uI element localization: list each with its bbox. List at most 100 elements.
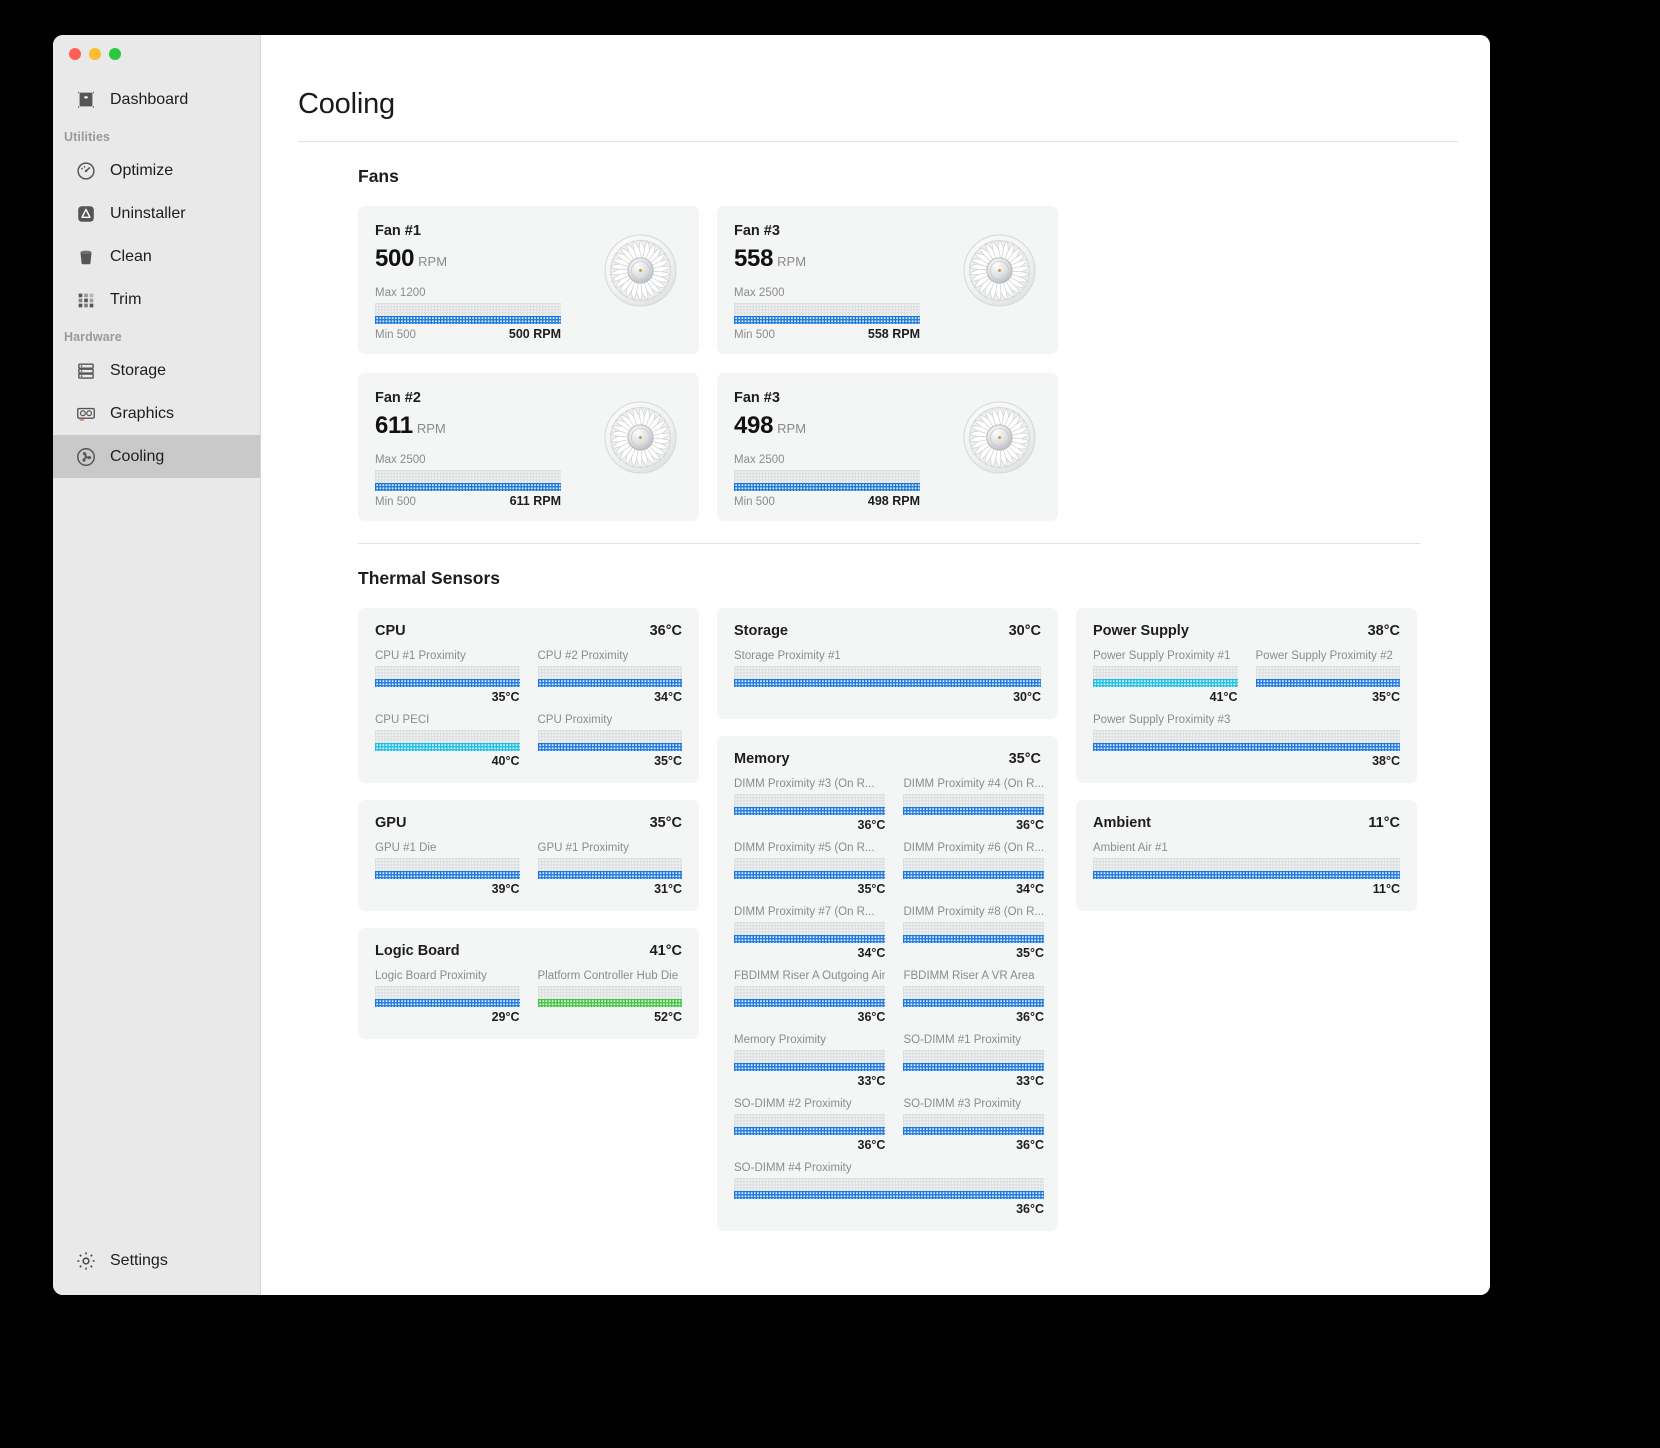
sensor-probe-value: 36°C: [857, 818, 886, 832]
fan-speed-bar-fill: [375, 316, 561, 324]
sensor-probe: SO-DIMM #3 Proximity 36°C: [903, 1098, 1045, 1152]
sensor-card-name: Memory: [734, 751, 790, 767]
sensor-probe-bar-fill: [537, 679, 682, 687]
sensor-probe-label: DIMM Proximity #3 (On R...: [734, 778, 875, 790]
sensor-card: GPU 35°C GPU #1 Die 39°C GPU #1 Proximit…: [358, 800, 699, 911]
sensor-card-header: Storage 30°C: [734, 623, 1041, 639]
sidebar-item-optimize[interactable]: Optimize: [53, 149, 260, 192]
fan-blade-icon: [604, 234, 677, 307]
drive-stack-icon: [75, 360, 97, 382]
sensor-probe-value: 41°C: [1209, 690, 1238, 704]
sensor-probe: SO-DIMM #1 Proximity 33°C: [903, 1034, 1045, 1088]
sensor-probe-bar: [903, 794, 1045, 815]
sidebar-item-uninstaller[interactable]: Uninstaller: [53, 192, 260, 235]
page-title: Cooling: [298, 88, 395, 120]
sensor-probe-label: GPU #1 Die: [375, 842, 437, 854]
fan-speed-bar: [734, 470, 920, 491]
sidebar-item-dashboard[interactable]: Dashboard: [53, 78, 260, 121]
sensor-card-temp: 11°C: [1368, 815, 1400, 831]
sensor-probe-value: 34°C: [654, 690, 682, 704]
zoom-button[interactable]: [109, 48, 121, 60]
sidebar-item-graphics[interactable]: Graphics: [53, 392, 260, 435]
fan-speed-unit: RPM: [777, 421, 807, 436]
fan-min-label: Min 500: [734, 496, 775, 508]
fan-card: Fan #2 611 RPM Max 2500 Min 500 611 RPM: [358, 373, 699, 521]
sensor-probe-value: 35°C: [491, 690, 520, 704]
sensor-probe: Logic Board Proximity 29°C: [375, 970, 520, 1024]
sensor-column: Storage 30°C Storage Proximity #1 30°C M…: [717, 608, 1058, 1231]
sensor-probe-bar: [537, 986, 682, 1007]
sensor-probe-label: DIMM Proximity #5 (On R...: [734, 842, 875, 854]
sensor-probe-value: 35°C: [857, 882, 886, 896]
sensor-probe: Memory Proximity 33°C: [734, 1034, 886, 1088]
sensor-probe-bar-fill: [537, 871, 682, 879]
sidebar-group-utilities: Utilities: [64, 130, 111, 144]
sensor-card-header: Ambient 11°C: [1093, 815, 1400, 831]
sensor-probe-grid: Storage Proximity #1 30°C: [734, 650, 1041, 704]
fan-icon: [75, 446, 97, 468]
fan-speed-gauge: Max 2500 Min 500 498 RPM: [734, 454, 920, 508]
sensor-card-temp: 41°C: [649, 943, 682, 959]
sensor-probe-bar: [734, 1114, 886, 1135]
sidebar-item-label: Graphics: [110, 404, 175, 422]
sensor-probe-bar-fill: [375, 999, 520, 1007]
sensor-card-temp: 30°C: [1008, 623, 1041, 639]
sensor-probe-value: 35°C: [1372, 690, 1400, 704]
sensor-probe-label: CPU #2 Proximity: [537, 650, 629, 662]
sensor-probe-bar: [734, 986, 886, 1007]
close-button[interactable]: [69, 48, 81, 60]
sensor-card-temp: 36°C: [649, 623, 682, 639]
sensor-probe-value: 33°C: [857, 1074, 886, 1088]
sensor-probe-bar: [903, 1114, 1045, 1135]
fan-speed-unit: RPM: [416, 421, 446, 436]
sensor-probe-bar-fill: [734, 679, 1041, 687]
sensor-probe-grid: CPU #1 Proximity 35°C CPU #2 Proximity 3…: [375, 650, 682, 768]
sensor-card-temp: 35°C: [649, 815, 682, 831]
sensor-probe-value: 36°C: [857, 1010, 886, 1024]
sensor-card-name: Ambient: [1093, 815, 1151, 831]
sensor-card: CPU 36°C CPU #1 Proximity 35°C CPU #2 Pr…: [358, 608, 699, 783]
sidebar-item-storage[interactable]: Storage: [53, 349, 260, 392]
sidebar: Dashboard Utilities Optimize Uninstaller Cle…: [53, 35, 261, 1295]
sensor-probe-label: Memory Proximity: [734, 1034, 827, 1046]
sensor-probe-label: CPU #1 Proximity: [375, 650, 466, 662]
fan-speed-gauge: Max 2500 Min 500 558 RPM: [734, 287, 920, 341]
fan-speed-value: 498: [734, 412, 774, 439]
fan-card: Fan #3 558 RPM Max 2500 Min 500 558 RPM: [717, 206, 1058, 354]
sensor-probe-bar: [734, 922, 886, 943]
sensor-probe-value: 36°C: [1016, 1138, 1045, 1152]
sensor-probe-bar-fill: [734, 999, 886, 1007]
minimize-button[interactable]: [89, 48, 101, 60]
sensor-probe-bar-fill: [903, 1127, 1045, 1135]
sidebar-item-trim[interactable]: Trim: [53, 278, 260, 321]
sensor-probe: Power Supply Proximity #2 35°C: [1255, 650, 1400, 704]
sidebar-item-label: Storage: [110, 361, 167, 379]
sidebar-item-settings[interactable]: Settings: [53, 1239, 260, 1283]
sensor-probe-grid: Power Supply Proximity #1 41°C Power Sup…: [1093, 650, 1400, 768]
sidebar-item-label: Trim: [110, 290, 142, 308]
sidebar-footer: Settings: [53, 1239, 260, 1295]
fan-speed-bar-fill: [734, 316, 920, 324]
sensor-probe: DIMM Proximity #7 (On R... 34°C: [734, 906, 886, 960]
fan-card: Fan #1 500 RPM Max 1200 Min 500 500 RPM: [358, 206, 699, 354]
sensor-probe-bar-fill: [734, 1191, 1045, 1199]
sensor-probe-grid: Logic Board Proximity 29°C Platform Cont…: [375, 970, 682, 1024]
sensor-probe-bar-fill: [537, 743, 682, 751]
sensor-probe-bar-fill: [903, 807, 1045, 815]
sensor-probe: CPU PECI 40°C: [375, 714, 520, 768]
fan-speed-unit: RPM: [418, 254, 448, 269]
sidebar-item-clean[interactable]: Clean: [53, 235, 260, 278]
sensor-probe-grid: Ambient Air #1 11°C: [1093, 842, 1400, 896]
sensor-probe-grid: GPU #1 Die 39°C GPU #1 Proximity 31°C: [375, 842, 682, 896]
sensor-probe-bar: [734, 1178, 1045, 1199]
sensor-probe-value: 39°C: [491, 882, 520, 896]
fan-speed-bar: [375, 470, 561, 491]
sensor-probe-value: 36°C: [1016, 818, 1045, 832]
gauge-icon: [75, 160, 97, 182]
sensor-probe-bar: [903, 858, 1045, 879]
gear-icon: [75, 1250, 97, 1272]
fan-speed-bar-fill: [734, 483, 920, 491]
sidebar-item-cooling[interactable]: Cooling: [53, 435, 260, 478]
sensor-probe-bar: [734, 794, 886, 815]
sensor-probe-bar-fill: [537, 999, 682, 1007]
